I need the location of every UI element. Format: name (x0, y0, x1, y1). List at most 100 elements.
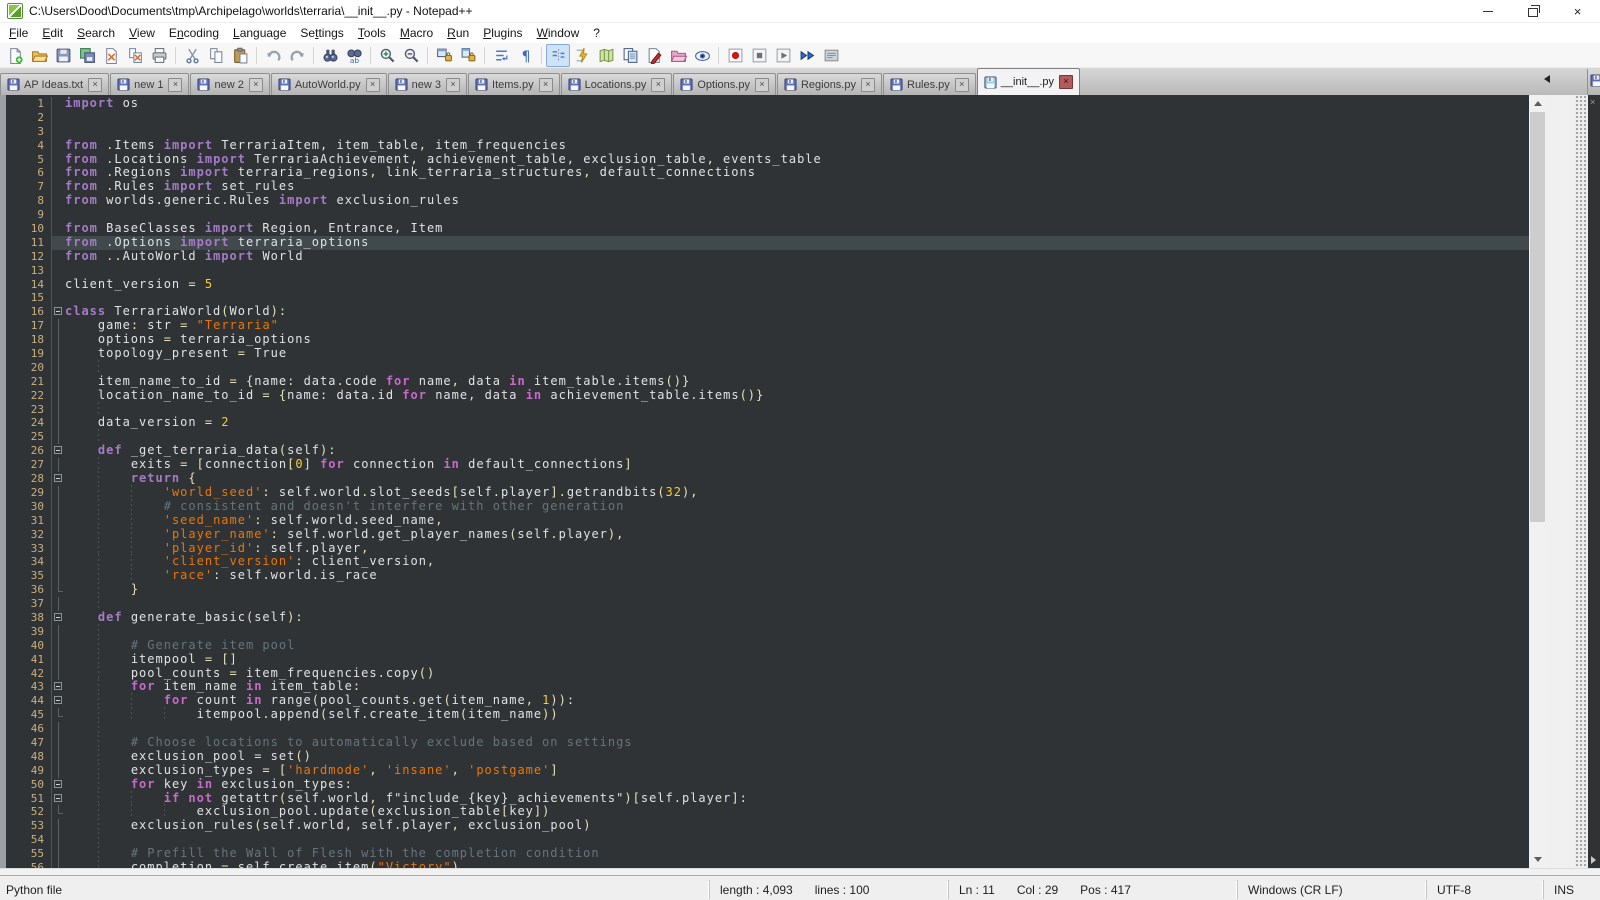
close-button[interactable] (99, 44, 123, 67)
playback-macro-button[interactable] (771, 44, 795, 67)
menu-item-edit[interactable]: Edit (35, 24, 70, 42)
cut-button[interactable] (180, 44, 204, 67)
code-line-54[interactable]: 54 (6, 833, 1529, 847)
minimize-button[interactable] (1465, 0, 1510, 22)
code-line-40[interactable]: 40 # Generate item pool (6, 639, 1529, 653)
copy-button[interactable] (204, 44, 228, 67)
code-line-12[interactable]: 12from ..AutoWorld import World (6, 250, 1529, 264)
horizontal-scrollbar[interactable] (0, 868, 1600, 875)
code-line-41[interactable]: 41 itempool = [] (6, 653, 1529, 667)
menu-item-language[interactable]: Language (226, 24, 293, 42)
code-line-22[interactable]: 22 location_name_to_id = {name: data.id … (6, 389, 1529, 403)
tab-new-2[interactable]: new 2× (190, 73, 269, 95)
fold-collapse-icon[interactable] (52, 472, 65, 486)
document-map-button[interactable] (594, 44, 618, 67)
word-wrap-button[interactable] (489, 44, 513, 67)
code-line-17[interactable]: 17 game: str = "Terraria" (6, 319, 1529, 333)
code-line-19[interactable]: 19 topology_present = True (6, 347, 1529, 361)
stop-recording-button[interactable] (747, 44, 771, 67)
code-line-29[interactable]: 29 'world_seed': self.world.slot_seeds[s… (6, 486, 1529, 500)
code-line-13[interactable]: 13 (6, 264, 1529, 278)
scroll-up-button[interactable] (1529, 95, 1546, 112)
code-line-53[interactable]: 53 exclusion_rules(self.world, self.play… (6, 819, 1529, 833)
code-line-49[interactable]: 49 exclusion_types = ['hardmode', 'insan… (6, 764, 1529, 778)
code-line-48[interactable]: 48 exclusion_pool = set() (6, 750, 1529, 764)
scrollbar-track[interactable] (1529, 112, 1546, 851)
editor[interactable]: 1import os234from .Items import Terraria… (0, 95, 1529, 868)
tab-scroll-left-icon[interactable] (1544, 75, 1550, 83)
code-line-35[interactable]: 35 'race': self.world.is_race (6, 569, 1529, 583)
menu-item-plugins[interactable]: Plugins (476, 24, 529, 42)
run-macro-multiple-times-button[interactable] (795, 44, 819, 67)
tab-close-icon[interactable]: × (755, 78, 769, 92)
status-typing-mode[interactable]: INS (1543, 880, 1600, 899)
code-line-6[interactable]: 6from .Regions import terraria_regions, … (6, 166, 1529, 180)
paste-button[interactable] (228, 44, 252, 67)
fold-collapse-icon[interactable] (52, 305, 65, 319)
tab-init-py[interactable]: __init__.py× (977, 68, 1080, 95)
tab-close-icon[interactable]: × (446, 78, 460, 92)
tab-new-1[interactable]: new 1× (110, 73, 189, 95)
tab-locations-py[interactable]: Locations.py× (561, 73, 673, 95)
code-line-14[interactable]: 14client_version = 5 (6, 278, 1529, 292)
code-line-26[interactable]: 26 def _get_terraria_data(self): (6, 444, 1529, 458)
menu-item-search[interactable]: Search (70, 24, 122, 42)
code-line-25[interactable]: 25 (6, 430, 1529, 444)
menu-item-help[interactable]: ? (586, 24, 607, 42)
zoom-in-button[interactable] (375, 44, 399, 67)
code-line-51[interactable]: 51 if not getattr(self.world, f"include_… (6, 792, 1529, 806)
code-line-32[interactable]: 32 'player_name': self.world.get_player_… (6, 528, 1529, 542)
menu-item-macro[interactable]: Macro (393, 24, 440, 42)
code-line-45[interactable]: 45 itempool.append(self.create_item(item… (6, 708, 1529, 722)
zoom-out-button[interactable] (399, 44, 423, 67)
tab-close-icon[interactable]: × (539, 78, 553, 92)
tab-close-icon[interactable]: × (88, 78, 102, 92)
code-line-33[interactable]: 33 'player_id': self.player, (6, 542, 1529, 556)
tab-regions-py[interactable]: Regions.py× (777, 73, 882, 95)
code-line-23[interactable]: 23 (6, 403, 1529, 417)
restore-button[interactable] (1510, 0, 1555, 22)
code-line-8[interactable]: 8from worlds.generic.Rules import exclus… (6, 194, 1529, 208)
menu-item-run[interactable]: Run (440, 24, 476, 42)
tab-close-icon[interactable]: × (366, 78, 380, 92)
save-all-button[interactable] (75, 44, 99, 67)
folder-as-workspace-button[interactable] (666, 44, 690, 67)
undo-button[interactable] (261, 44, 285, 67)
sliver-close-icon[interactable]: × (1590, 97, 1595, 107)
new-file-button[interactable] (3, 44, 27, 67)
tab-close-icon[interactable]: × (249, 78, 263, 92)
fold-collapse-icon[interactable] (52, 611, 65, 625)
code-line-37[interactable]: 37 (6, 597, 1529, 611)
code-line-28[interactable]: 28 return { (6, 472, 1529, 486)
code-line-56[interactable]: 56 completion = self.create_item("Victor… (6, 861, 1529, 868)
monitoring-button[interactable] (690, 44, 714, 67)
document-list-button[interactable] (618, 44, 642, 67)
menu-item-settings[interactable]: Settings (293, 24, 350, 42)
view-splitter[interactable] (1575, 95, 1588, 868)
redo-button[interactable] (285, 44, 309, 67)
menu-item-view[interactable]: View (122, 24, 162, 42)
save-button[interactable] (51, 44, 75, 67)
open-file-button[interactable] (27, 44, 51, 67)
fold-collapse-icon[interactable] (52, 792, 65, 806)
code-line-4[interactable]: 4from .Items import TerrariaItem, item_t… (6, 139, 1529, 153)
tab-options-py[interactable]: Options.py× (673, 73, 776, 95)
code-line-21[interactable]: 21 item_name_to_id = {name: data.code fo… (6, 375, 1529, 389)
fold-collapse-icon[interactable] (52, 444, 65, 458)
code-line-55[interactable]: 55 # Prefill the Wall of Flesh with the … (6, 847, 1529, 861)
fold-collapse-icon[interactable] (52, 680, 65, 694)
code-line-46[interactable]: 46 (6, 722, 1529, 736)
code-line-5[interactable]: 5from .Locations import TerrariaAchievem… (6, 153, 1529, 167)
record-macro-button[interactable] (723, 44, 747, 67)
tab-new-3[interactable]: new 3× (388, 73, 467, 95)
code-line-44[interactable]: 44 for count in range(pool_counts.get(it… (6, 694, 1529, 708)
print-button[interactable] (147, 44, 171, 67)
tab-items-py[interactable]: Items.py× (468, 73, 560, 95)
code-line-39[interactable]: 39 (6, 625, 1529, 639)
code-line-50[interactable]: 50 for key in exclusion_types: (6, 778, 1529, 792)
code-line-36[interactable]: 36 } (6, 583, 1529, 597)
scrollbar-thumb[interactable] (1530, 112, 1545, 522)
show-indent-guide-button[interactable] (546, 44, 570, 67)
tab-close-icon[interactable]: × (1059, 75, 1073, 89)
vertical-scrollbar[interactable] (1529, 95, 1546, 868)
